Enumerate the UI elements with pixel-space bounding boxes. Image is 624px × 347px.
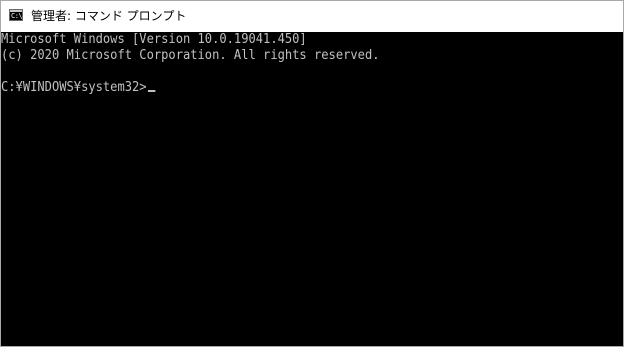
console-prompt-line[interactable]: C:¥WINDOWS¥system32> xyxy=(1,80,155,96)
console-prompt: C:¥WINDOWS¥system32> xyxy=(1,80,147,95)
text-cursor xyxy=(147,90,155,92)
command-prompt-window[interactable]: C:\ 管理者: コマンド プロンプト Microsoft Windows [V… xyxy=(0,0,624,347)
window-title: 管理者: コマンド プロンプト xyxy=(31,9,187,23)
console-output[interactable]: Microsoft Windows [Version 10.0.19041.45… xyxy=(1,32,623,346)
command-prompt-icon[interactable]: C:\ xyxy=(9,9,23,21)
title-bar[interactable]: C:\ 管理者: コマンド プロンプト xyxy=(1,1,623,32)
console-line-version: Microsoft Windows [Version 10.0.19041.45… xyxy=(1,32,307,47)
console-line-copyright: (c) 2020 Microsoft Corporation. All righ… xyxy=(1,48,380,63)
icon-prompt-glyph: C:\ xyxy=(11,12,23,20)
